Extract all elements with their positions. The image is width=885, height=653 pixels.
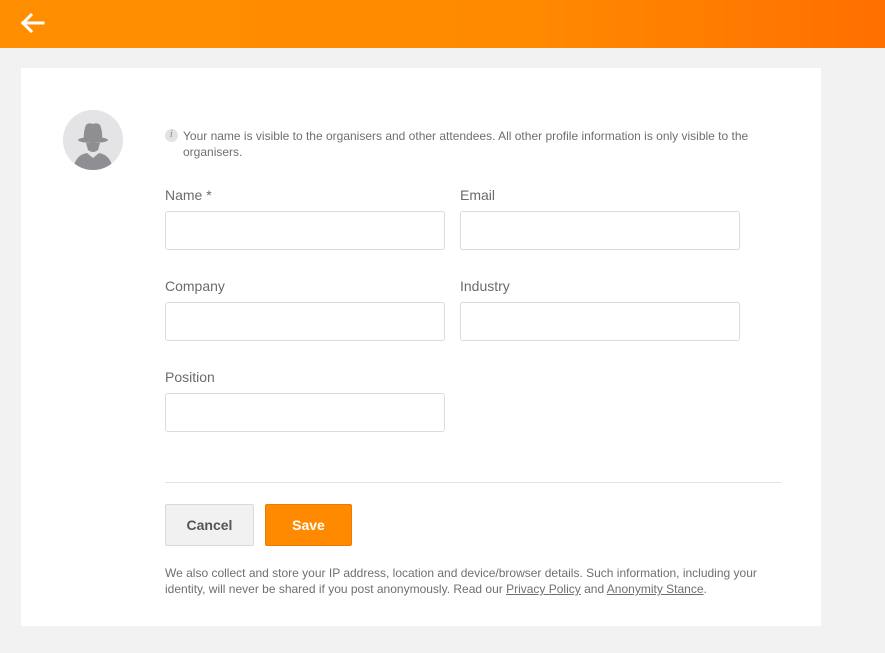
anonymity-stance-link[interactable]: Anonymity Stance [607,582,704,596]
company-input[interactable] [165,302,445,341]
top-bar [0,0,885,48]
privacy-note-and: and [580,582,607,596]
privacy-policy-link[interactable]: Privacy Policy [506,582,581,596]
info-icon: i [165,129,178,142]
cancel-button[interactable]: Cancel [165,504,254,546]
save-button[interactable]: Save [265,504,352,546]
profile-card: i Your name is visible to the organisers… [21,68,821,626]
back-button[interactable] [18,10,48,36]
visibility-notice: i Your name is visible to the organisers… [165,128,765,160]
company-label: Company [165,278,225,294]
industry-input[interactable] [460,302,740,341]
form-divider [165,482,781,483]
privacy-note: We also collect and store your IP addres… [165,565,775,597]
name-label: Name * [165,187,212,203]
avatar[interactable] [63,110,123,170]
position-label: Position [165,369,215,385]
privacy-note-end: . [703,582,707,596]
anonymous-user-icon [63,110,123,170]
email-input[interactable] [460,211,740,250]
notice-text: Your name is visible to the organisers a… [183,129,749,159]
email-label: Email [460,187,496,203]
name-input[interactable] [165,211,445,250]
industry-label: Industry [460,278,510,294]
arrow-left-icon [20,12,45,34]
position-input[interactable] [165,393,445,432]
